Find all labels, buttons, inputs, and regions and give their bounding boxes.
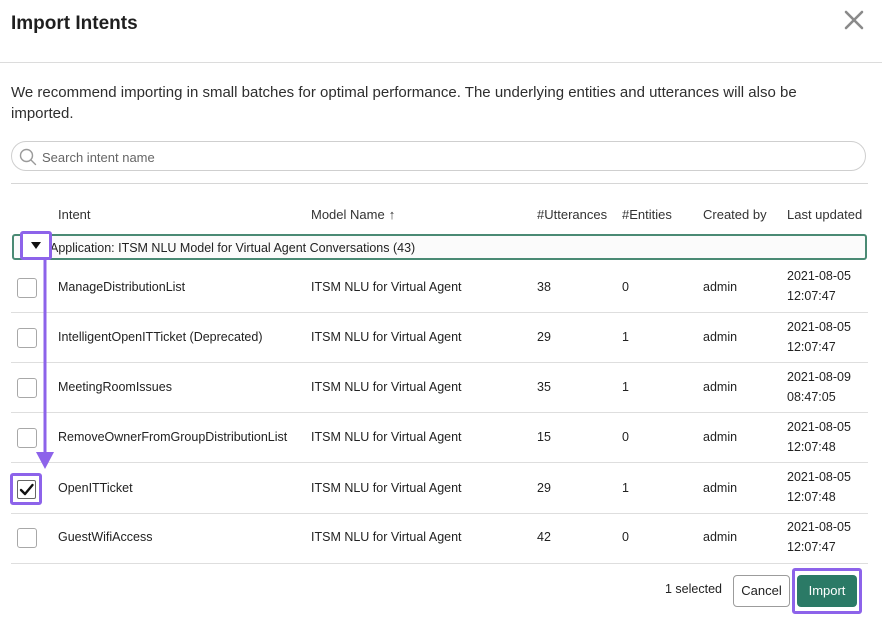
last-updated-date: 2021-08-05 xyxy=(787,520,851,534)
table-bottom-divider xyxy=(11,563,868,564)
entities-count: 0 xyxy=(622,530,629,544)
import-button[interactable]: Import xyxy=(797,575,857,607)
entities-count: 1 xyxy=(622,380,629,394)
column-header-model-name-label: Model Name xyxy=(311,207,385,222)
model-name: ITSM NLU for Virtual Agent xyxy=(311,430,462,444)
group-row[interactable]: Application: ITSM NLU Model for Virtual … xyxy=(12,234,867,260)
table-row[interactable]: MeetingRoomIssues ITSM NLU for Virtual A… xyxy=(11,362,868,412)
cancel-button[interactable]: Cancel xyxy=(733,575,790,607)
table-row[interactable]: ManageDistributionList ITSM NLU for Virt… xyxy=(11,262,868,312)
created-by: admin xyxy=(703,481,738,495)
created-by: admin xyxy=(703,280,738,294)
checkbox-box xyxy=(17,480,36,499)
model-name: ITSM NLU for Virtual Agent xyxy=(311,481,462,495)
created-by: admin xyxy=(703,530,738,544)
table-row[interactable]: OpenITTicket ITSM NLU for Virtual Agent … xyxy=(11,462,868,512)
arrow-down-icon xyxy=(36,258,54,469)
utterances-count: 15 xyxy=(537,430,551,444)
column-header-last-updated[interactable]: Last updated xyxy=(787,207,862,222)
entities-count: 1 xyxy=(622,330,629,344)
header-divider xyxy=(0,62,882,63)
intent-name: IntelligentOpenITTicket (Deprecated) xyxy=(58,330,263,344)
sort-ascending-icon: ↑ xyxy=(388,207,396,222)
selected-count: 1 selected xyxy=(665,582,722,596)
created-by: admin xyxy=(703,330,738,344)
last-updated-time: 08:47:05 xyxy=(787,390,836,404)
caret-down-icon xyxy=(31,242,41,249)
utterances-count: 29 xyxy=(537,481,551,495)
search-icon xyxy=(19,148,37,166)
column-header-model-name[interactable]: Model Name ↑ xyxy=(311,207,395,222)
column-header-utterances[interactable]: #Utterances xyxy=(537,207,607,222)
utterances-count: 42 xyxy=(537,530,551,544)
last-updated-time: 12:07:47 xyxy=(787,540,836,554)
created-by: admin xyxy=(703,380,738,394)
model-name: ITSM NLU for Virtual Agent xyxy=(311,530,462,544)
close-button[interactable] xyxy=(840,6,868,34)
model-name: ITSM NLU for Virtual Agent xyxy=(311,380,462,394)
intent-name: RemoveOwnerFromGroupDistributionList xyxy=(58,430,288,444)
row-checkbox-checked[interactable] xyxy=(10,473,42,505)
model-name: ITSM NLU for Virtual Agent xyxy=(311,330,462,344)
intent-name: GuestWifiAccess xyxy=(58,530,153,544)
dialog-title: Import Intents xyxy=(11,13,138,34)
last-updated-date: 2021-08-09 xyxy=(787,370,851,384)
utterances-count: 35 xyxy=(537,380,551,394)
search-divider xyxy=(11,183,868,184)
entities-count: 0 xyxy=(622,280,629,294)
last-updated-time: 12:07:48 xyxy=(787,440,836,454)
last-updated-time: 12:07:47 xyxy=(787,340,836,354)
dialog-description: We recommend importing in small batches … xyxy=(11,84,797,122)
utterances-count: 29 xyxy=(537,330,551,344)
group-collapse-toggle[interactable] xyxy=(20,231,52,260)
column-header-intent[interactable]: Intent xyxy=(58,207,91,222)
intent-name: OpenITTicket xyxy=(58,481,133,495)
last-updated-date: 2021-08-05 xyxy=(787,320,851,334)
created-by: admin xyxy=(703,430,738,444)
last-updated-date: 2021-08-05 xyxy=(787,470,851,484)
entities-count: 0 xyxy=(622,430,629,444)
close-icon[interactable] xyxy=(840,6,868,34)
intent-name: ManageDistributionList xyxy=(58,280,186,294)
last-updated-time: 12:07:48 xyxy=(787,490,836,504)
utterances-count: 38 xyxy=(537,280,551,294)
table-row[interactable]: GuestWifiAccess ITSM NLU for Virtual Age… xyxy=(11,513,868,563)
group-label: Application: ITSM NLU Model for Virtual … xyxy=(50,241,416,255)
checkmark-icon xyxy=(19,483,34,496)
last-updated-date: 2021-08-05 xyxy=(787,420,851,434)
last-updated-time: 12:07:47 xyxy=(787,289,836,303)
table-row[interactable]: IntelligentOpenITTicket (Deprecated) ITS… xyxy=(11,312,868,362)
search-input[interactable] xyxy=(40,147,844,168)
model-name: ITSM NLU for Virtual Agent xyxy=(311,280,462,294)
column-header-entities[interactable]: #Entities xyxy=(622,207,672,222)
table-row[interactable]: RemoveOwnerFromGroupDistributionList ITS… xyxy=(11,412,868,462)
last-updated-date: 2021-08-05 xyxy=(787,269,851,283)
row-checkbox[interactable] xyxy=(17,528,37,548)
column-header-created-by[interactable]: Created by xyxy=(703,207,767,222)
search-box[interactable] xyxy=(11,141,866,171)
entities-count: 1 xyxy=(622,481,629,495)
intent-name: MeetingRoomIssues xyxy=(58,380,172,394)
